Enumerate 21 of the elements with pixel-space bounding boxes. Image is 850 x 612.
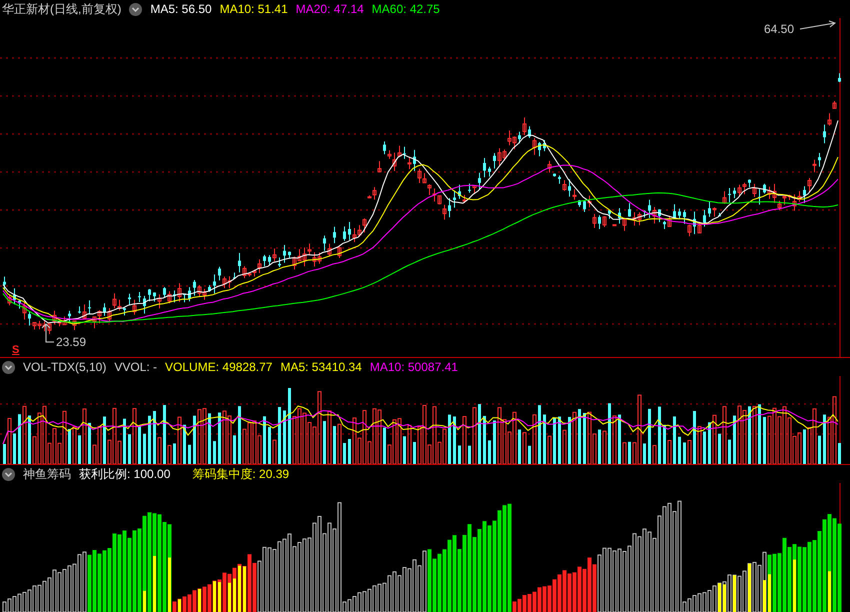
panel-title: VOL-TDX(5,10) bbox=[23, 359, 106, 376]
indicator-value: 筹码集中度: 20.39 bbox=[192, 466, 290, 483]
panel-title: 神鱼筹码 bbox=[23, 466, 71, 483]
panel-title: 华正新材(日线,前复权) bbox=[2, 1, 122, 18]
leader-arrow bbox=[42, 323, 54, 342]
indicator-value: VVOL: - bbox=[114, 359, 158, 376]
leader-arrow bbox=[800, 20, 836, 30]
price-label: 23.59 bbox=[56, 335, 86, 349]
dropdown-icon[interactable] bbox=[2, 468, 15, 480]
indicator-value: MA5: 53410.34 bbox=[280, 359, 362, 376]
indicator-value: MA20: 47.14 bbox=[296, 1, 364, 18]
indicator-value: 获利比例: 100.00 bbox=[79, 466, 170, 483]
signal-mark: S bbox=[12, 344, 20, 356]
price-label: 64.50 bbox=[764, 22, 794, 36]
dropdown-icon[interactable] bbox=[129, 2, 142, 16]
indicator-value: MA5: 56.50 bbox=[150, 1, 212, 18]
dropdown-icon[interactable] bbox=[2, 360, 15, 374]
indicator-value: MA10: 50087.41 bbox=[370, 359, 458, 376]
indicator-value: VOLUME: 49828.77 bbox=[165, 359, 272, 376]
indicator-value: MA10: 51.41 bbox=[220, 1, 288, 18]
indicator-value: MA60: 42.75 bbox=[372, 1, 440, 18]
